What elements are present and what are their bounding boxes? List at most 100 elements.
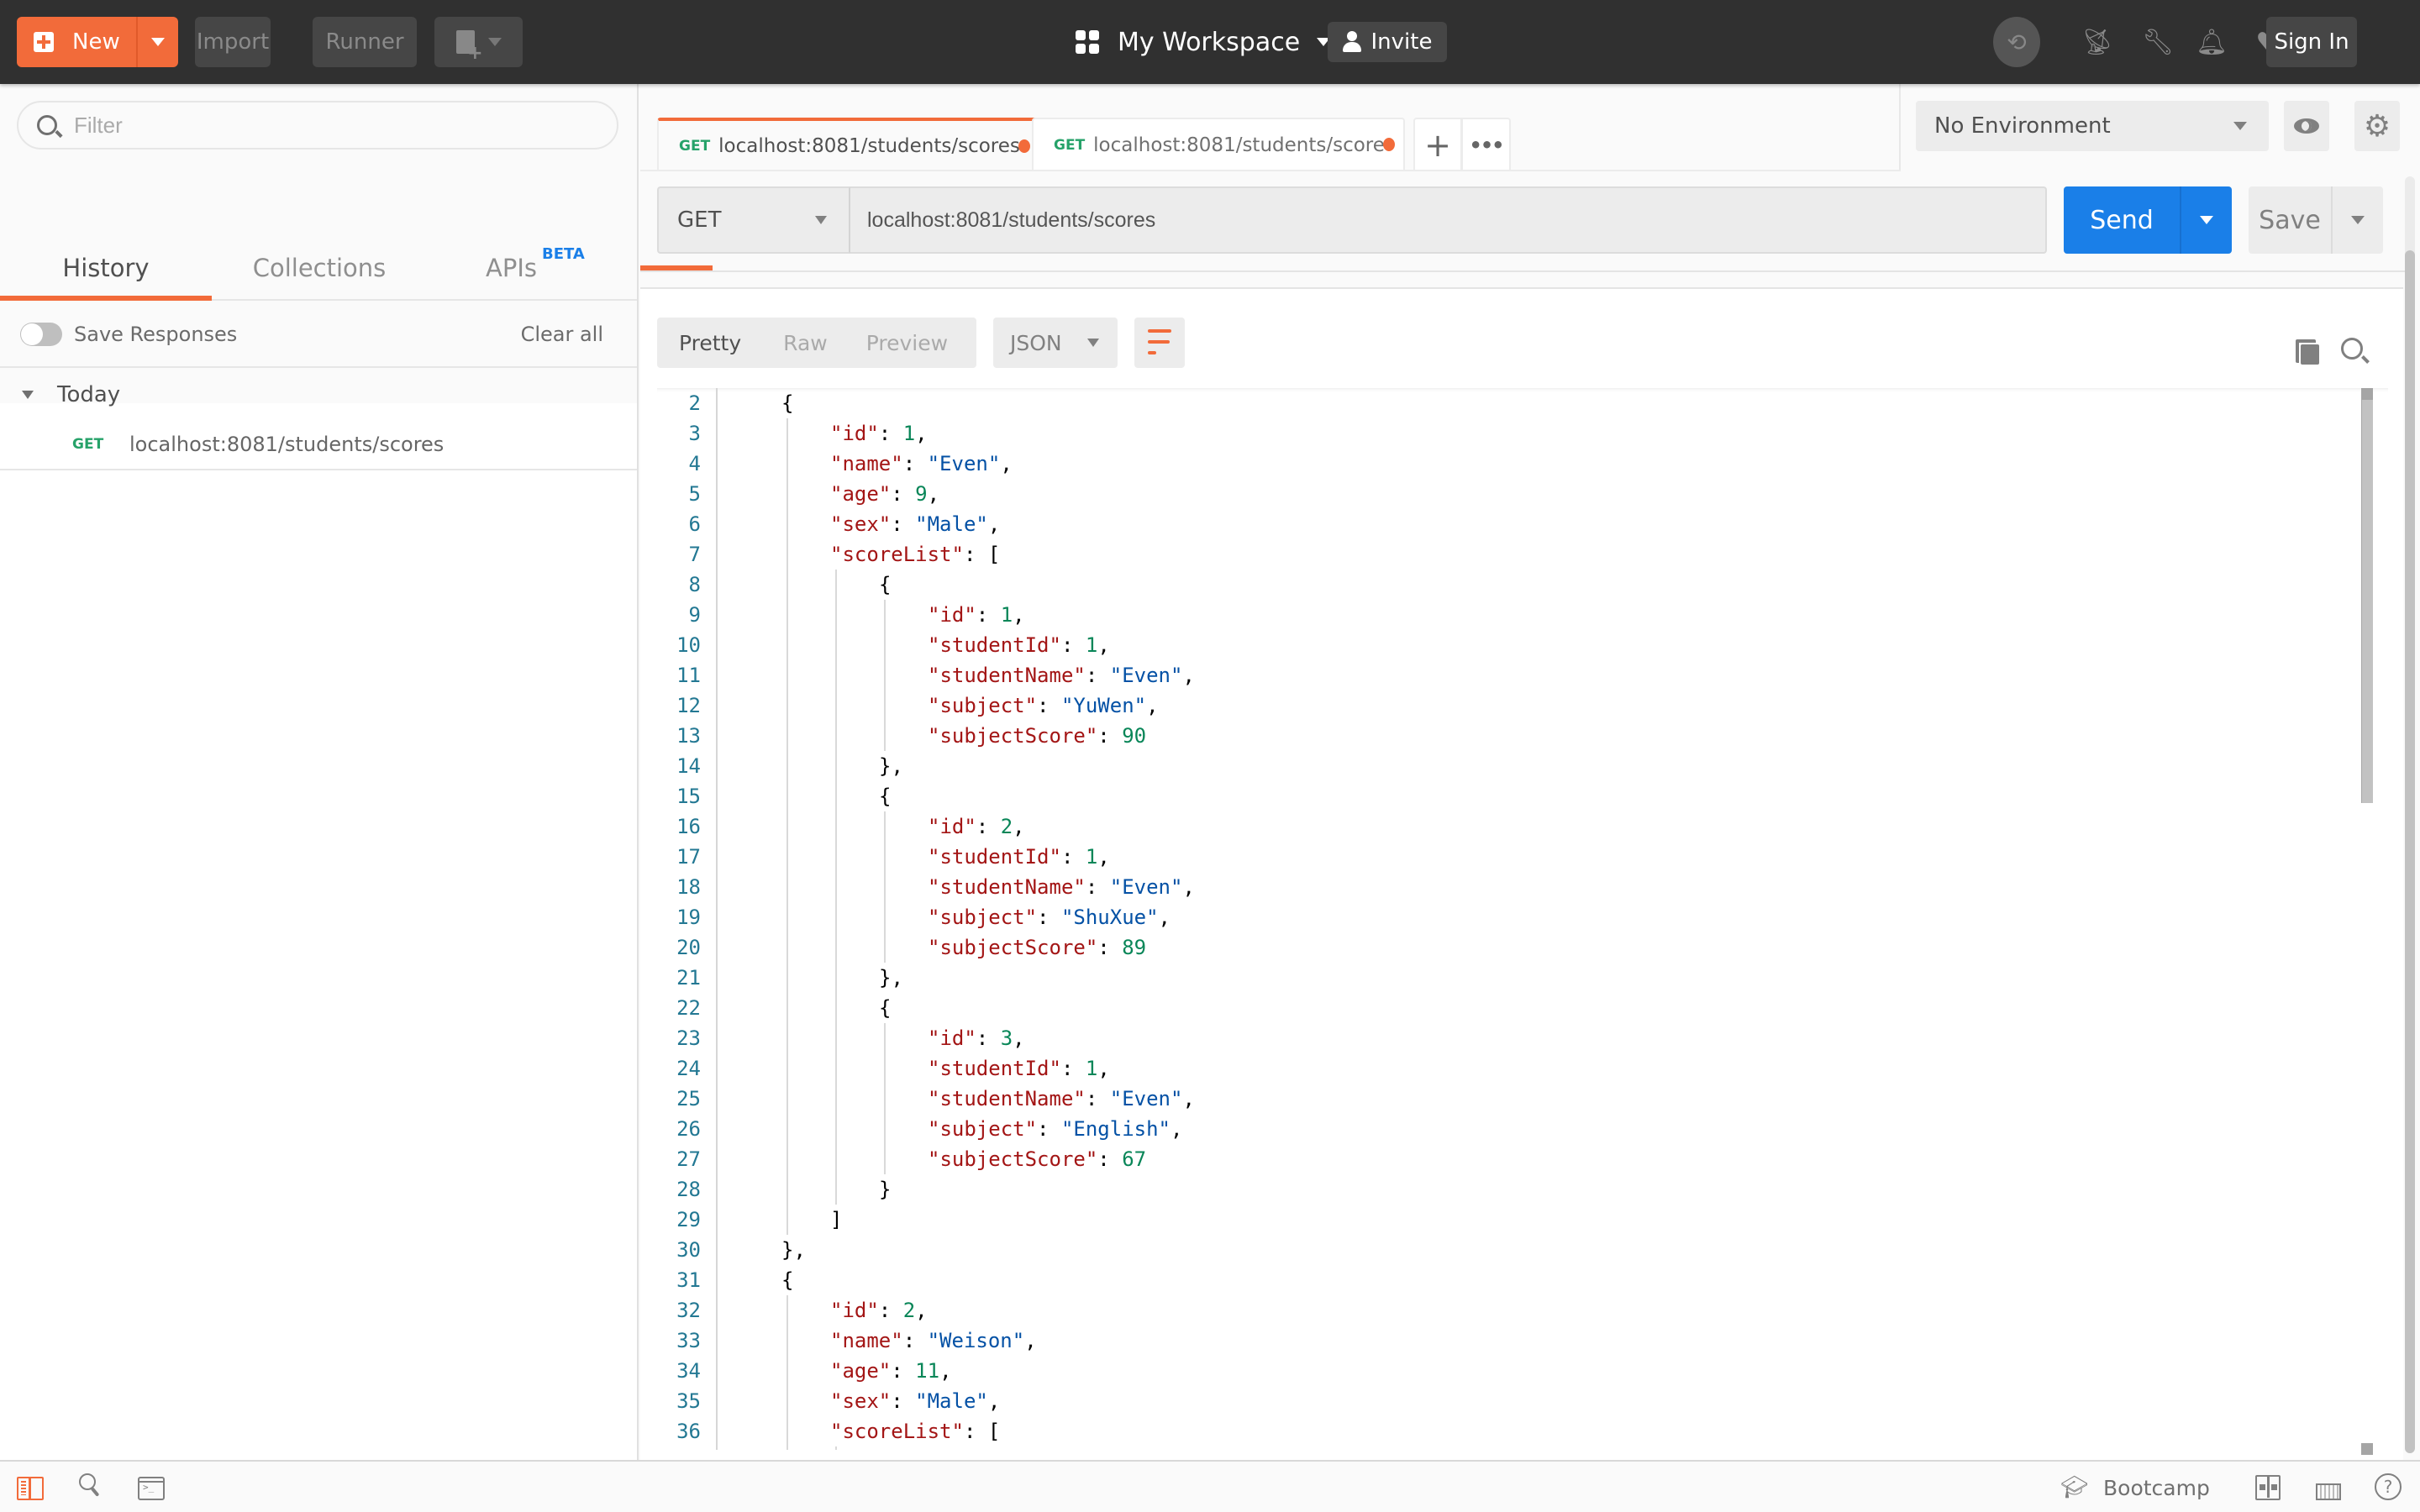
wrap-lines-button[interactable] bbox=[1134, 318, 1185, 368]
filter-field[interactable] bbox=[17, 101, 618, 150]
send-label: Send bbox=[2090, 205, 2154, 235]
history-group-label: Today bbox=[57, 382, 121, 407]
environment-divider bbox=[1899, 84, 1901, 170]
json-key: "id" bbox=[928, 603, 976, 627]
method-select[interactable]: GET bbox=[657, 186, 850, 254]
new-button[interactable]: New bbox=[17, 17, 178, 67]
find-replace-icon[interactable] bbox=[79, 1473, 106, 1497]
caret-down-icon bbox=[2233, 122, 2247, 130]
scroll-down-cap bbox=[2361, 1443, 2373, 1455]
code-text: "name": "Even", bbox=[830, 449, 1013, 479]
tab-apis[interactable]: APIs BETA bbox=[486, 176, 587, 299]
new-dropdown-button[interactable] bbox=[136, 17, 178, 67]
view-preview[interactable]: Preview bbox=[866, 331, 948, 355]
json-punct: : bbox=[976, 815, 1001, 838]
json-number: 1 bbox=[1085, 633, 1098, 657]
line-number: 5 bbox=[688, 482, 701, 506]
code-line: 19 "subject": "ShuXue", bbox=[657, 902, 2338, 932]
more-tabs-button[interactable]: ••• bbox=[1462, 118, 1511, 171]
import-button[interactable]: Import bbox=[195, 17, 271, 67]
toggle-sidebar-icon[interactable] bbox=[17, 1477, 44, 1500]
url-field[interactable] bbox=[850, 186, 2047, 254]
environment-quick-look-button[interactable] bbox=[2284, 101, 2329, 151]
json-punct: : bbox=[1060, 1057, 1086, 1080]
bootcamp-label: Bootcamp bbox=[2103, 1475, 2210, 1500]
response-scrollbar[interactable] bbox=[2361, 388, 2373, 1455]
two-pane-view-icon[interactable] bbox=[2255, 1475, 2281, 1500]
runner-button[interactable]: Runner bbox=[313, 17, 417, 67]
help-icon[interactable]: ? bbox=[2375, 1473, 2402, 1500]
json-punct: : bbox=[1037, 1117, 1061, 1141]
sign-in-button[interactable]: Sign In bbox=[2266, 17, 2357, 67]
main-scrollbar[interactable] bbox=[2405, 176, 2415, 1453]
code-text: }, bbox=[879, 751, 903, 781]
view-raw[interactable]: Raw bbox=[783, 331, 828, 355]
bootcamp-button[interactable]: 🎓︎ Bootcamp bbox=[2060, 1470, 2210, 1505]
code-line: 23 "id": 3, bbox=[657, 1023, 2338, 1053]
tab-collections[interactable]: Collections bbox=[252, 176, 387, 299]
new-button-label: New bbox=[72, 29, 120, 55]
filter-input[interactable] bbox=[74, 112, 578, 139]
send-button[interactable]: Send bbox=[2064, 186, 2232, 254]
request-tab[interactable]: GET localhost:8081/students/score bbox=[1032, 118, 1405, 171]
view-pretty[interactable]: Pretty bbox=[679, 331, 741, 355]
json-key: "scoreList" bbox=[830, 1420, 964, 1443]
json-key: "sex" bbox=[830, 512, 892, 536]
keyboard-shortcuts-icon[interactable] bbox=[2316, 1483, 2341, 1500]
environment-select[interactable]: No Environment bbox=[1916, 101, 2269, 151]
line-number: 21 bbox=[676, 966, 701, 990]
line-number: 19 bbox=[676, 906, 701, 929]
code-line: 4 "name": "Even", bbox=[657, 449, 2338, 479]
console-icon[interactable]: >_ bbox=[138, 1477, 165, 1500]
code-line: 24 "studentId": 1, bbox=[657, 1053, 2338, 1084]
save-responses-toggle[interactable] bbox=[20, 323, 62, 346]
workspace-switcher[interactable]: My Workspace bbox=[1076, 18, 1331, 66]
clear-all-button[interactable]: Clear all bbox=[521, 323, 603, 346]
json-number: 67 bbox=[1122, 1147, 1147, 1171]
json-key: "studentName" bbox=[928, 664, 1086, 687]
search-icon[interactable] bbox=[2341, 338, 2363, 360]
manage-environments-button[interactable]: ⚙ bbox=[2354, 101, 2400, 151]
add-person-icon bbox=[1342, 31, 1363, 53]
indent-guide bbox=[884, 1023, 886, 1174]
line-number: 32 bbox=[676, 1299, 701, 1322]
save-dropdown-button[interactable] bbox=[2331, 186, 2383, 254]
response-scroll-thumb[interactable] bbox=[2361, 400, 2373, 803]
gear-icon: ⚙ bbox=[2363, 108, 2391, 144]
response-area: Pretty Raw Preview JSON 2{3 "id": 1, 4 "nam… bbox=[640, 287, 2403, 1460]
line-number: 28 bbox=[676, 1178, 701, 1201]
add-tab-button[interactable]: + bbox=[1413, 118, 1462, 171]
bell-icon[interactable]: 🔔︎ bbox=[2195, 25, 2228, 59]
send-dropdown-button[interactable] bbox=[2180, 186, 2232, 254]
json-punct: { bbox=[879, 573, 892, 596]
save-button[interactable]: Save bbox=[2249, 186, 2383, 254]
save-label: Save bbox=[2259, 205, 2321, 235]
json-key: "studentId" bbox=[928, 633, 1061, 657]
history-group-today[interactable]: Today bbox=[0, 370, 637, 420]
wrench-icon[interactable]: 🔧︎ bbox=[2141, 25, 2175, 59]
code-text: "studentId": 1, bbox=[928, 1053, 1110, 1084]
tab-history[interactable]: History bbox=[0, 176, 212, 301]
json-punct: : bbox=[1097, 724, 1123, 748]
request-tab[interactable]: GET localhost:8081/students/scores bbox=[657, 118, 1040, 171]
new-window-button[interactable] bbox=[434, 17, 523, 67]
history-item[interactable]: GET localhost:8081/students/scores bbox=[0, 420, 637, 470]
invite-button[interactable]: Invite bbox=[1328, 22, 1447, 62]
copy-icon[interactable] bbox=[2296, 339, 2319, 365]
code-line: 3 "id": 1, bbox=[657, 418, 2338, 449]
code-text: "age": 9, bbox=[830, 479, 939, 509]
code-text: "sex": "Male", bbox=[830, 509, 1000, 539]
satellite-dish-icon[interactable]: 📡︎ bbox=[2081, 25, 2114, 59]
url-input[interactable] bbox=[850, 207, 2045, 233]
response-body[interactable]: 2{3 "id": 1, 4 "name": "Even", 5 "age": 9, 6 "s… bbox=[657, 388, 2388, 1450]
line-number: 22 bbox=[676, 996, 701, 1020]
request-tab-method: GET bbox=[1054, 137, 1086, 154]
json-punct: : bbox=[976, 1026, 1001, 1050]
json-key: "age" bbox=[830, 482, 892, 506]
code-line: 2{ bbox=[657, 388, 2338, 418]
main-scroll-thumb[interactable] bbox=[2405, 250, 2415, 1453]
json-number: 89 bbox=[1122, 936, 1147, 959]
format-select[interactable]: JSON bbox=[993, 318, 1118, 368]
plus-icon bbox=[34, 32, 54, 52]
sync-off-icon[interactable]: ⟲ bbox=[1993, 17, 2040, 67]
